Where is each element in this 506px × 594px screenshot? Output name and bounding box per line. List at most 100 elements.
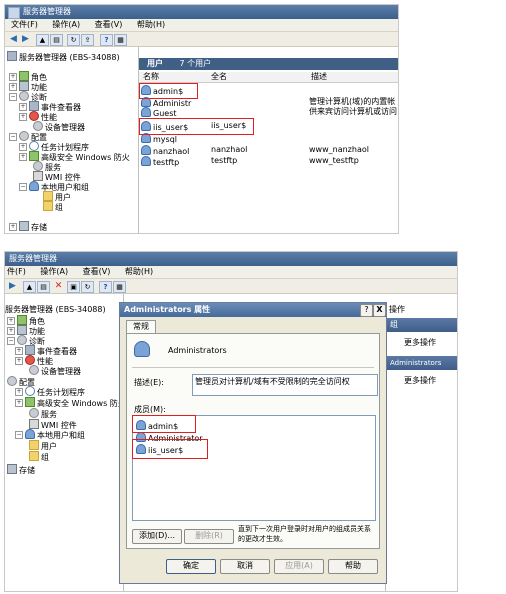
properties-dialog: Administrators 属性 ? X 常规 Administrators … <box>119 302 387 584</box>
tree-diagnostics[interactable]: 诊断 <box>19 91 47 102</box>
remove-member-button[interactable]: 删除(R) <box>184 529 234 544</box>
menu-file[interactable]: 件(F) <box>7 267 26 276</box>
console-icon[interactable]: ▦ <box>114 34 127 46</box>
up-folder-icon[interactable]: ▲ <box>36 34 49 46</box>
actions-header: 操作 <box>389 305 405 314</box>
refresh-icon[interactable]: ↻ <box>67 34 80 46</box>
tree-local-users[interactable]: 本地用户和组 <box>25 429 85 440</box>
up-folder-icon[interactable]: ▲ <box>23 281 36 293</box>
expand-icon[interactable]: + <box>15 399 23 407</box>
collapse-icon[interactable]: − <box>7 337 15 345</box>
tree-performance[interactable]: 性能 <box>25 355 53 366</box>
tree-device-manager[interactable]: 设备管理器 <box>33 121 85 132</box>
tree-device-manager[interactable]: 设备管理器 <box>29 365 81 376</box>
tree-local-users[interactable]: 本地用户和组 <box>29 181 89 192</box>
tree-task-scheduler[interactable]: 任务计划程序 <box>29 141 89 152</box>
expand-icon[interactable]: + <box>15 388 23 396</box>
folder-icon <box>29 440 39 450</box>
tree-firewall[interactable]: 高级安全 Windows 防火 <box>25 397 126 408</box>
menu-view[interactable]: 查看(V) <box>83 267 111 276</box>
pane-title: 用户 <box>147 59 163 68</box>
more-actions-link[interactable]: 更多操作 <box>404 338 436 348</box>
forward-icon[interactable]: ▶ <box>20 34 31 44</box>
delete-icon[interactable]: ✕ <box>53 281 64 291</box>
collapse-icon[interactable]: − <box>19 183 27 191</box>
tree-roles[interactable]: 角色 <box>17 315 45 326</box>
show-tree-icon[interactable]: ▤ <box>37 281 50 293</box>
tree-storage[interactable]: 存储 <box>7 464 35 475</box>
collapse-icon[interactable]: − <box>15 431 23 439</box>
forward-icon[interactable]: ▶ <box>7 281 18 291</box>
highlight-admin <box>139 83 198 99</box>
tree-roles[interactable]: 角色 <box>19 71 47 82</box>
menu-action[interactable]: 操作(A) <box>40 267 68 276</box>
help-icon[interactable]: ? <box>100 34 113 46</box>
menu-action[interactable]: 操作(A) <box>52 20 80 29</box>
properties-icon[interactable]: ▣ <box>67 281 80 293</box>
expand-icon[interactable]: + <box>9 223 17 231</box>
collapse-icon[interactable]: − <box>9 133 17 141</box>
list-item[interactable]: nanzhaol <box>141 145 189 156</box>
tree-event-viewer[interactable]: 事件查看器 <box>29 101 81 112</box>
menu-view[interactable]: 查看(V) <box>95 20 123 29</box>
tree-wmi[interactable]: WMI 控件 <box>29 419 77 430</box>
console-icon[interactable]: ▦ <box>113 281 126 293</box>
tree-features[interactable]: 功能 <box>17 325 45 336</box>
expand-icon[interactable]: + <box>15 357 23 365</box>
expand-icon[interactable]: + <box>15 347 23 355</box>
expand-icon[interactable]: + <box>7 327 15 335</box>
apply-button[interactable]: 应用(A) <box>274 559 324 574</box>
tree-root[interactable]: 服务器管理器 (EBS-34088) <box>7 51 120 62</box>
collapse-icon[interactable]: − <box>9 93 17 101</box>
tree-diagnostics[interactable]: 诊断 <box>17 335 45 346</box>
tree-services[interactable]: 服务 <box>29 408 57 419</box>
tree-config[interactable]: 配置 <box>19 131 47 142</box>
expand-icon[interactable]: + <box>19 143 27 151</box>
tree-features[interactable]: 功能 <box>19 81 47 92</box>
tree-users[interactable]: 用户 <box>43 191 71 202</box>
expand-icon[interactable]: + <box>9 83 17 91</box>
dialog-help-button[interactable]: ? <box>360 304 373 317</box>
desc-label: 描述(E): <box>134 378 164 387</box>
tree-performance[interactable]: 性能 <box>29 111 57 122</box>
tree-groups[interactable]: 组 <box>43 201 63 212</box>
add-member-button[interactable]: 添加(D)... <box>132 529 182 544</box>
list-item[interactable]: testftp <box>141 156 179 167</box>
col-name[interactable]: 名称 <box>143 72 159 82</box>
tree-event-viewer[interactable]: 事件查看器 <box>25 345 77 356</box>
tree-services[interactable]: 服务 <box>33 161 61 172</box>
tab-general[interactable]: 常规 <box>126 320 156 333</box>
tree-task-scheduler[interactable]: 任务计划程序 <box>25 386 85 397</box>
tree-storage[interactable]: 存储 <box>19 221 47 232</box>
tree-root[interactable]: 服务器管理器 (EBS-34088) <box>5 305 106 315</box>
col-fullname[interactable]: 全名 <box>211 72 227 82</box>
export-icon[interactable]: ⇪ <box>81 34 94 46</box>
help-icon[interactable]: ? <box>99 281 112 293</box>
menu-file[interactable]: 文件(F) <box>11 20 38 29</box>
more-actions-link[interactable]: 更多操作 <box>404 376 436 386</box>
desc-input[interactable]: 管理员对计算机/域有不受限制的完全访问权 <box>192 374 378 396</box>
list-item[interactable]: Guest <box>141 107 177 118</box>
ok-button[interactable]: 确定 <box>166 559 216 574</box>
menu-help[interactable]: 帮助(H) <box>125 267 153 276</box>
tree-firewall[interactable]: 高级安全 Windows 防火 <box>29 151 130 162</box>
expand-icon[interactable]: + <box>19 153 27 161</box>
tree-groups[interactable]: 组 <box>29 451 49 462</box>
expand-icon[interactable]: + <box>9 73 17 81</box>
tree-users[interactable]: 用户 <box>29 440 57 451</box>
dialog-close-button[interactable]: X <box>373 304 386 317</box>
expand-icon[interactable]: + <box>7 317 15 325</box>
column-headers: 名称 全名 描述 <box>139 72 398 83</box>
col-desc[interactable]: 描述 <box>311 72 327 82</box>
expand-icon[interactable]: + <box>19 113 27 121</box>
back-icon[interactable]: ◀ <box>8 34 19 44</box>
show-tree-icon[interactable]: ▤ <box>50 34 63 46</box>
expand-icon[interactable]: + <box>19 103 27 111</box>
tree-config[interactable]: 配置 <box>7 376 35 387</box>
cancel-button[interactable]: 取消 <box>220 559 270 574</box>
dialog-help-bottom-button[interactable]: 帮助 <box>328 559 378 574</box>
refresh-icon[interactable]: ↻ <box>81 281 94 293</box>
top-window: 服务器管理器 文件(F) 操作(A) 查看(V) 帮助(H) ◀ ▶ ▲ ▤ ↻… <box>4 4 399 234</box>
menu-help[interactable]: 帮助(H) <box>137 20 165 29</box>
tree-wmi[interactable]: WMI 控件 <box>33 171 81 182</box>
